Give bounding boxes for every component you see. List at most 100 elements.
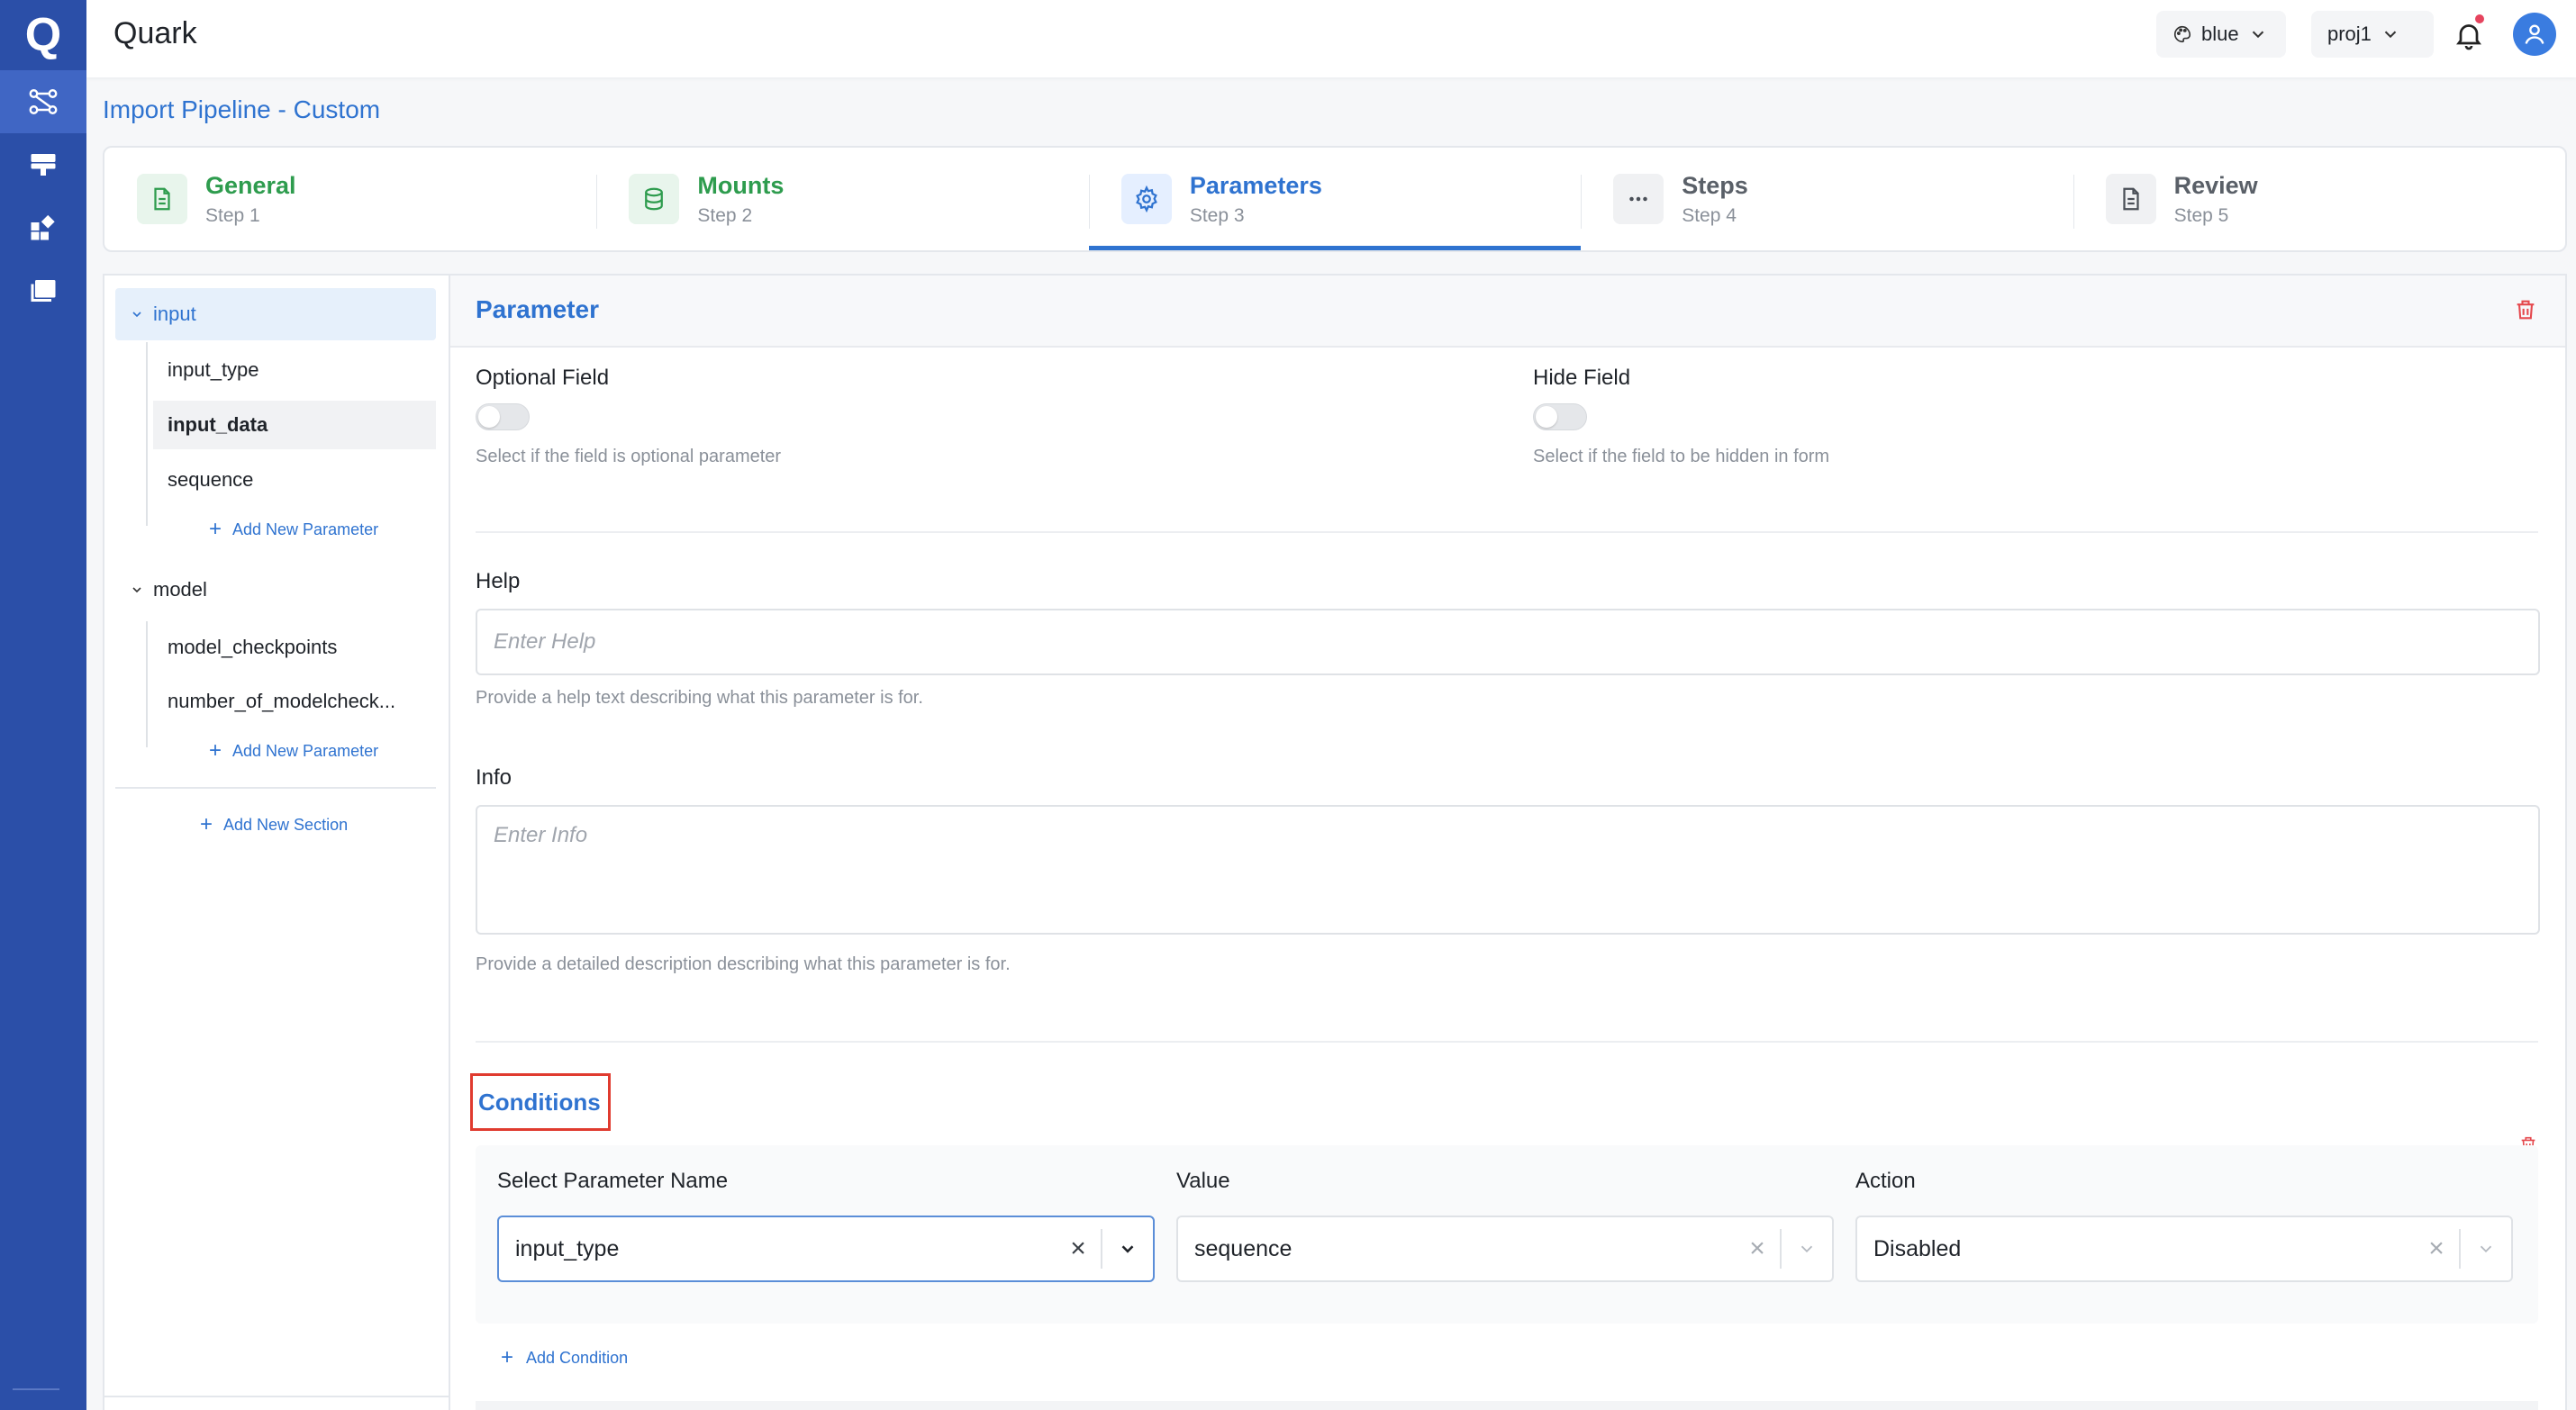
hide-field-toggle[interactable] — [1533, 403, 1587, 430]
help-hint: Provide a help text describing what this… — [476, 688, 923, 708]
help-input[interactable]: Enter Help — [476, 609, 2540, 675]
add-condition-label: Add Condition — [526, 1348, 629, 1367]
step-name: Parameters — [1189, 171, 1322, 199]
action-value: Disabled — [1873, 1235, 1962, 1261]
conditions-title: Conditions — [470, 1073, 611, 1131]
bell-icon — [2456, 24, 2481, 50]
tree-item-input-type[interactable]: input_type — [153, 346, 436, 394]
value-value: sequence — [1194, 1235, 1293, 1261]
pipeline-icon — [29, 89, 58, 114]
trash-icon[interactable] — [2513, 297, 2538, 322]
chevron-down-icon[interactable] — [2476, 1239, 2496, 1259]
form-header: Parameter — [450, 276, 2565, 348]
value-select[interactable]: sequence × — [1176, 1216, 1834, 1282]
step-number: Step 1 — [205, 204, 260, 226]
add-parameter-button[interactable]: + Add New Parameter — [209, 733, 378, 769]
nav-servers[interactable] — [0, 133, 86, 196]
plus-icon: + — [209, 517, 222, 541]
form-bottom-edge — [476, 1401, 2538, 1410]
clear-icon[interactable]: × — [1056, 1234, 1101, 1264]
select-parameter-label: Select Parameter Name — [497, 1169, 729, 1193]
tree-section-input[interactable]: input — [115, 288, 436, 340]
plus-icon: + — [200, 812, 213, 836]
user-avatar[interactable] — [2513, 13, 2556, 56]
user-icon — [2525, 24, 2544, 44]
nav-apps[interactable] — [0, 196, 86, 259]
step-name: General — [205, 171, 296, 199]
clear-icon[interactable]: × — [2414, 1234, 2459, 1264]
form-divider — [476, 531, 2538, 533]
parameter-form: Parameter Optional Field Select if the f… — [450, 274, 2567, 1410]
notification-badge — [2475, 14, 2484, 23]
add-condition-button[interactable]: + Add Condition — [501, 1345, 628, 1370]
project-selector[interactable]: proj1 — [2311, 11, 2434, 58]
info-textarea[interactable]: Enter Info — [476, 805, 2540, 935]
action-label: Action — [1855, 1169, 1916, 1193]
tree-bottom-divider — [104, 1396, 449, 1397]
tree-section-label: model — [153, 578, 207, 601]
tree-section-model[interactable]: model — [115, 564, 436, 616]
tree-item-sequence[interactable]: sequence — [153, 456, 436, 504]
step-mounts[interactable]: Mounts Step 2 — [596, 148, 1088, 250]
add-parameter-button[interactable]: + Add New Parameter — [209, 511, 378, 547]
theme-selector[interactable]: blue — [2156, 11, 2286, 58]
chevron-down-icon — [132, 312, 141, 318]
document-icon — [154, 187, 170, 211]
step-name: Steps — [1682, 171, 1748, 199]
step-number: Step 4 — [1682, 204, 1737, 226]
project-label: proj1 — [2327, 23, 2372, 45]
app-logo[interactable]: Q — [0, 0, 86, 70]
step-review[interactable]: Review Step 5 — [2073, 148, 2565, 250]
database-icon — [645, 187, 664, 211]
tree-item-input-data[interactable]: input_data — [153, 401, 436, 449]
add-section-button[interactable]: + Add New Section — [200, 807, 348, 843]
apps-icon — [31, 214, 55, 240]
tree-section-label: input — [153, 303, 196, 325]
condition-row: Select Parameter Name input_type × Value… — [476, 1145, 2538, 1324]
optional-field-hint: Select if the field is optional paramete… — [476, 447, 782, 466]
step-name: Review — [2173, 171, 2258, 199]
optional-field-toggle[interactable] — [476, 403, 530, 430]
parameter-name-select[interactable]: input_type × — [497, 1216, 1155, 1282]
help-label: Help — [476, 569, 521, 593]
nav-rail: Q — [0, 0, 86, 1410]
app-title: Quark — [113, 16, 197, 50]
step-steps[interactable]: Steps Step 4 — [1581, 148, 2073, 250]
add-section-label: Add New Section — [223, 815, 349, 834]
wizard-stepper: General Step 1 Mounts Step 2 Parameters Ste… — [103, 146, 2567, 252]
nav-pipelines[interactable] — [0, 70, 86, 133]
folder-icon — [31, 280, 56, 302]
tree-guide-line — [146, 342, 148, 526]
clear-icon[interactable]: × — [1735, 1234, 1780, 1264]
page-title: Import Pipeline - Custom — [103, 95, 381, 123]
step-name: Mounts — [697, 171, 785, 199]
server-icon — [31, 154, 56, 176]
theme-label: blue — [2201, 23, 2239, 45]
nav-files[interactable] — [0, 259, 86, 322]
palette-icon — [2174, 25, 2191, 43]
step-number: Step 5 — [2173, 204, 2229, 226]
conditions-title-text: Conditions — [478, 1088, 601, 1116]
chevron-down-icon[interactable] — [1118, 1239, 1138, 1259]
info-label: Info — [476, 765, 512, 790]
step-parameters[interactable]: Parameters Step 3 — [1088, 148, 1582, 250]
action-select[interactable]: Disabled × — [1855, 1216, 2513, 1282]
form-title: Parameter — [476, 295, 599, 323]
plus-icon: + — [209, 738, 222, 763]
top-header: Quark blue proj1 — [86, 0, 2576, 77]
parameter-tree: input input_type input_data sequence + A… — [103, 274, 450, 1410]
notifications-button[interactable] — [2446, 13, 2491, 58]
info-placeholder: Enter Info — [494, 823, 588, 847]
chevron-down-icon — [2384, 31, 2397, 39]
document-icon — [2123, 187, 2139, 211]
chevron-down-icon[interactable] — [1797, 1239, 1817, 1259]
tree-item-model-checkpoints[interactable]: model_checkpoints — [153, 623, 436, 672]
hide-field-hint: Select if the field to be hidden in form — [1533, 447, 1830, 466]
gear-icon — [1135, 185, 1157, 212]
chevron-down-icon — [2252, 31, 2263, 39]
tree-divider — [115, 787, 436, 789]
plus-icon: + — [501, 1345, 514, 1369]
tree-item-number-of-modelcheckpoints[interactable]: number_of_modelcheck... — [153, 677, 436, 726]
tree-guide-line — [146, 621, 148, 747]
step-general[interactable]: General Step 1 — [104, 148, 596, 250]
